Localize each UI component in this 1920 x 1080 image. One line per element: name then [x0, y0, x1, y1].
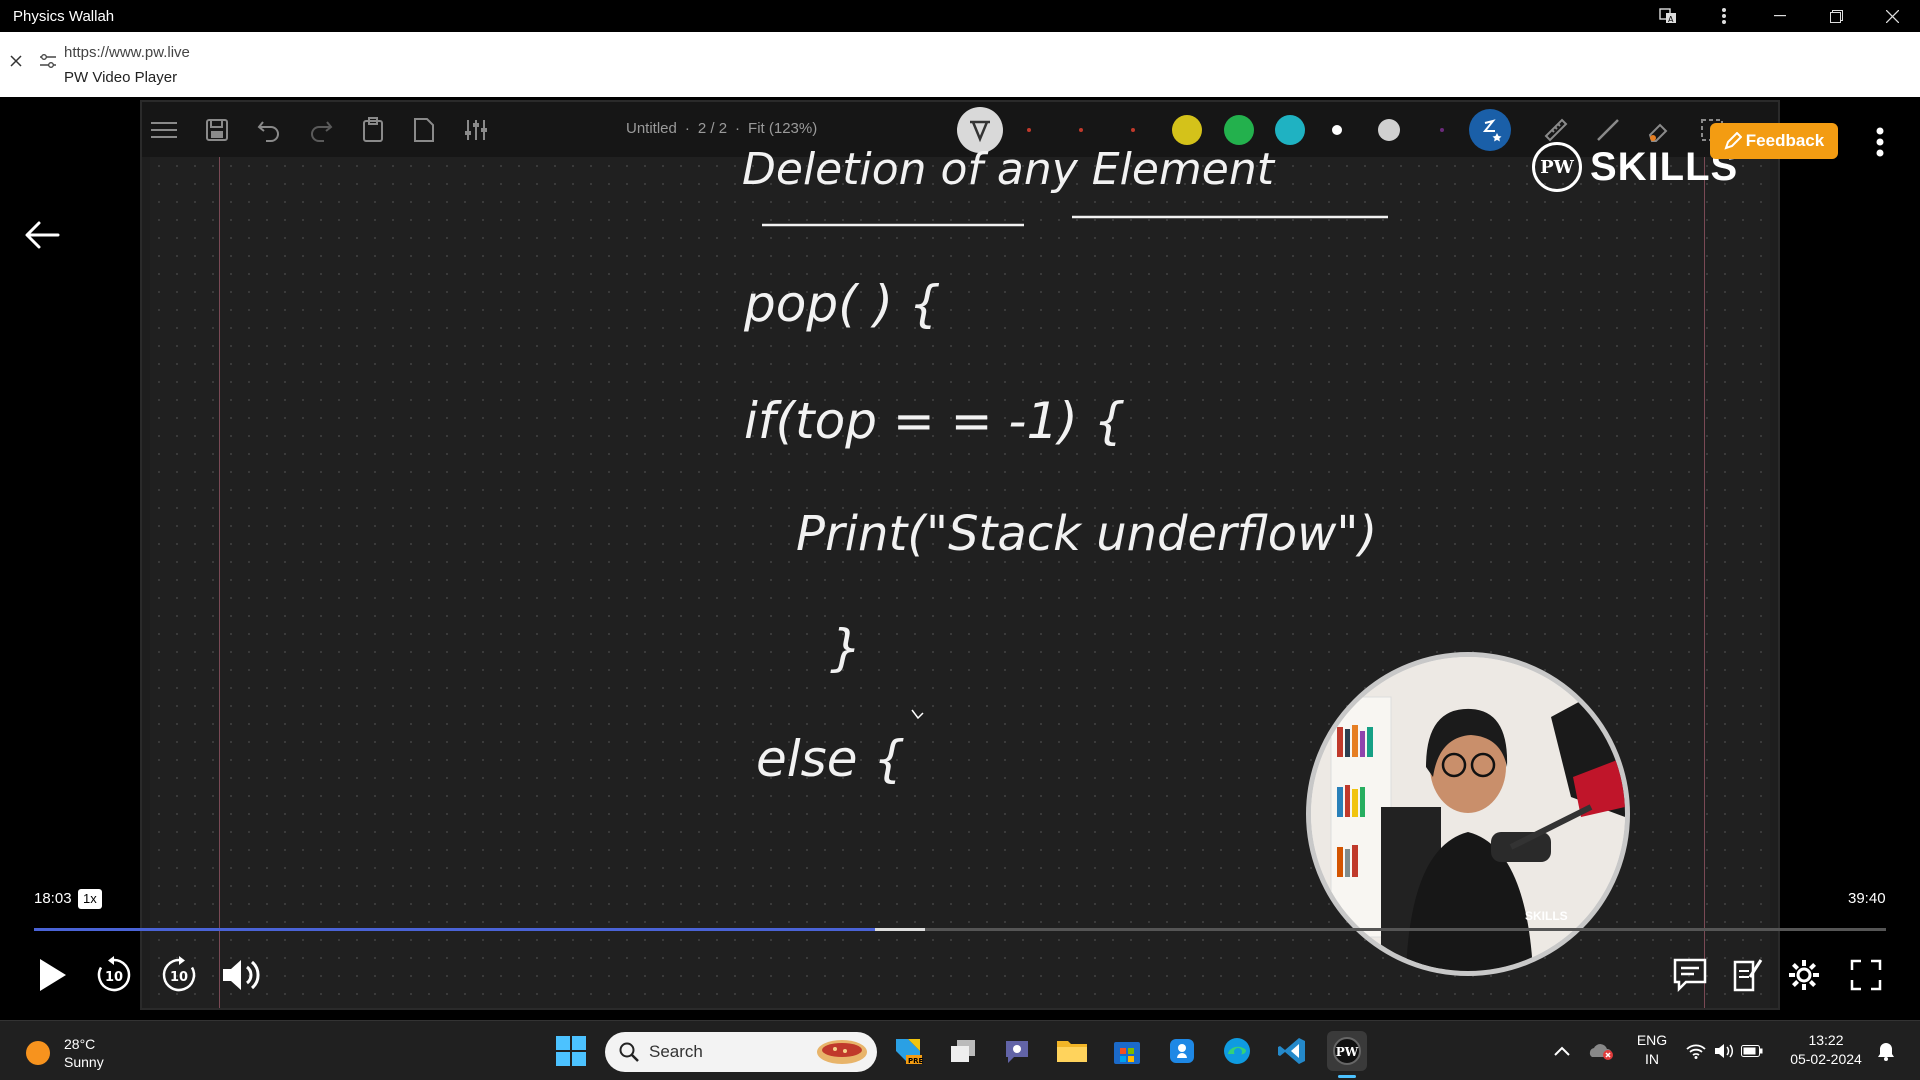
play-button[interactable] [30, 953, 74, 997]
progress-bar[interactable] [34, 928, 1886, 931]
restore-button[interactable] [1808, 0, 1864, 32]
forward-10-button[interactable]: 10 [157, 953, 201, 997]
skills-logo: PW SKILLS [1532, 142, 1738, 192]
vscode-icon[interactable] [1272, 1031, 1312, 1071]
copilot-pre-icon[interactable]: PRE [888, 1031, 928, 1071]
rewind-10-button[interactable]: 10 [92, 953, 136, 997]
webcam-watermark: SKILLS [1525, 909, 1568, 923]
window-title: Physics Wallah [13, 7, 115, 25]
active-app-indicator [1338, 1075, 1356, 1078]
svg-text:PRE: PRE [908, 1057, 924, 1065]
video-player[interactable]: Untitled · 2 / 2 · Fit (123%) Deletion o… [0, 97, 1920, 1020]
translate-icon[interactable]: A [1640, 0, 1696, 32]
taskbar: 28°C Sunny Search PRE PW ENG IN 13:22 05… [0, 1020, 1920, 1080]
feedback-button[interactable]: Feedback [1710, 123, 1838, 159]
instructor-image [1311, 657, 1625, 971]
app-menu-icon[interactable] [1696, 0, 1752, 32]
playback-speed-button[interactable]: 1x [78, 889, 102, 909]
volume-button[interactable] [220, 953, 264, 997]
onedrive-lock-icon[interactable] [1162, 1031, 1202, 1071]
fullscreen-button[interactable] [1844, 953, 1888, 997]
weather-text: Sunny [64, 1054, 104, 1070]
taskbar-search[interactable]: Search [605, 1032, 877, 1072]
code-line-2: if(top = = -1) { [744, 392, 1125, 450]
settings-gear-icon[interactable] [1782, 953, 1826, 997]
heading-text: Deletion of any Element [742, 144, 1276, 195]
buffer-bar [874, 928, 925, 931]
weather-temp: 28°C [64, 1036, 96, 1052]
clock-time: 13:22 [1808, 1032, 1844, 1048]
battery-icon[interactable] [1736, 1031, 1768, 1071]
svg-text:PW: PW [1336, 1045, 1359, 1059]
subtitles-button[interactable] [1668, 953, 1712, 997]
page-title: PW Video Player [64, 69, 178, 86]
back-arrow-icon[interactable] [24, 220, 64, 256]
region-code: IN [1645, 1051, 1659, 1067]
svg-text:A: A [1668, 15, 1674, 24]
notification-bell-icon[interactable] [1870, 1031, 1902, 1071]
weather-widget[interactable]: 28°C Sunny [26, 1035, 104, 1071]
teams-icon[interactable] [997, 1031, 1037, 1071]
store-icon[interactable] [1107, 1031, 1147, 1071]
feedback-label: Feedback [1745, 131, 1825, 150]
site-settings-icon[interactable] [40, 54, 56, 73]
url-bar: https://www.pw.live PW Video Player [0, 32, 1920, 97]
clock-date: 05-02-2024 [1790, 1051, 1862, 1067]
edit-icon [1724, 132, 1742, 150]
code-line-3: Print("Stack underflow") [796, 506, 1377, 562]
window-title-bar: Physics Wallah A [0, 0, 1920, 32]
task-view-icon[interactable] [943, 1031, 983, 1071]
code-line-4: } [830, 619, 862, 677]
progress-fill [34, 928, 875, 931]
mouse-cursor-icon [911, 709, 924, 720]
file-explorer-icon[interactable] [1052, 1031, 1092, 1071]
player-more-icon[interactable] [1868, 122, 1892, 162]
rewind-label: 10 [105, 970, 123, 985]
minimize-button[interactable] [1752, 0, 1808, 32]
close-icon[interactable] [10, 54, 22, 72]
forward-label: 10 [170, 970, 188, 985]
clock[interactable]: 13:22 05-02-2024 [1780, 1031, 1872, 1069]
search-label: Search [649, 1042, 703, 1061]
onedrive-status-icon[interactable] [1583, 1031, 1619, 1071]
sun-icon [26, 1041, 50, 1065]
language-code: ENG [1636, 1032, 1668, 1048]
close-window-button[interactable] [1864, 0, 1920, 32]
search-icon [619, 1042, 639, 1062]
code-line-5: else { [756, 730, 905, 788]
notes-button[interactable] [1726, 953, 1770, 997]
language-indicator[interactable]: ENG IN [1632, 1031, 1672, 1069]
url-text: https://www.pw.live [64, 44, 190, 61]
search-highlight-icon [817, 1040, 867, 1064]
pw-app-icon[interactable]: PW [1327, 1031, 1367, 1071]
current-time: 18:03 [34, 890, 72, 907]
total-time: 39:40 [1848, 890, 1886, 907]
start-windows-icon[interactable] [551, 1031, 591, 1071]
edge-icon[interactable] [1217, 1031, 1257, 1071]
tray-chevron-icon[interactable] [1542, 1031, 1582, 1071]
pw-badge: PW [1532, 142, 1582, 192]
code-line-1: pop( ) { [743, 275, 941, 333]
